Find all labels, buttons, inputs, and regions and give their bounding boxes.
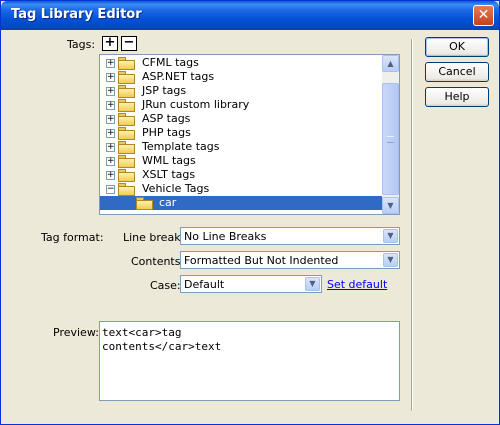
expand-icon[interactable]: + bbox=[106, 115, 115, 124]
tree-item-jsp[interactable]: + JSP tags bbox=[100, 84, 382, 98]
vertical-divider bbox=[411, 39, 413, 411]
tree-item-label: ASP tags bbox=[142, 112, 191, 125]
folder-icon bbox=[118, 155, 135, 168]
tree-item-template[interactable]: + Template tags bbox=[100, 140, 382, 154]
folder-icon bbox=[118, 113, 135, 126]
folder-icon bbox=[118, 141, 135, 154]
title-bar[interactable]: Tag Library Editor ✕ bbox=[1, 1, 499, 30]
contents-select[interactable]: Formatted But Not Indented ▼ bbox=[180, 251, 400, 269]
expand-icon[interactable]: + bbox=[106, 59, 115, 68]
tag-tree[interactable]: + CFML tags + ASP.NET tags + JSP tags + … bbox=[99, 54, 400, 215]
expand-icon[interactable]: + bbox=[106, 129, 115, 138]
preview-line: text<car>tag bbox=[102, 326, 182, 339]
folder-icon bbox=[118, 85, 135, 98]
help-button[interactable]: Help bbox=[425, 87, 489, 107]
preview-line: contents</car>text bbox=[102, 340, 222, 353]
open-folder-icon bbox=[118, 183, 135, 196]
tree-item-label: CFML tags bbox=[142, 56, 199, 69]
tree-item-label: WML tags bbox=[142, 154, 196, 167]
tree-item-car[interactable]: car bbox=[100, 196, 382, 210]
tree-item-aspnet[interactable]: + ASP.NET tags bbox=[100, 70, 382, 84]
set-default-link[interactable]: Set default bbox=[327, 278, 387, 291]
tree-item-label: Template tags bbox=[142, 140, 220, 153]
expand-icon[interactable]: + bbox=[106, 171, 115, 180]
expand-icon[interactable]: + bbox=[106, 157, 115, 166]
expand-icon[interactable]: + bbox=[106, 101, 115, 110]
tree-item-label: PHP tags bbox=[142, 126, 191, 139]
tree-item-label: XSLT tags bbox=[142, 168, 196, 181]
folder-icon bbox=[118, 57, 135, 70]
window-title: Tag Library Editor bbox=[11, 7, 142, 22]
cancel-button[interactable]: Cancel bbox=[425, 62, 489, 82]
tree-item-vehicle[interactable]: − Vehicle Tags bbox=[100, 182, 382, 196]
tree-item-label: JSP tags bbox=[142, 84, 187, 97]
open-folder-icon bbox=[136, 197, 153, 210]
scroll-down-arrow-icon[interactable]: ▼ bbox=[382, 197, 399, 214]
line-breaks-value: No Line Breaks bbox=[184, 230, 267, 243]
tree-item-label: Vehicle Tags bbox=[142, 182, 210, 195]
contents-value: Formatted But Not Indented bbox=[184, 254, 339, 267]
collapse-icon[interactable]: − bbox=[106, 185, 115, 194]
case-label: Case: bbox=[150, 279, 181, 292]
tag-format-label: Tag format: bbox=[41, 231, 104, 244]
chevron-down-icon[interactable]: ▼ bbox=[383, 253, 398, 267]
tree-item-label: JRun custom library bbox=[142, 98, 250, 111]
tags-label: Tags: bbox=[67, 38, 96, 51]
case-value: Default bbox=[184, 278, 225, 291]
tag-library-editor-window: Tag Library Editor ✕ Tags: + − + CFML ta… bbox=[0, 0, 500, 425]
tree-item-label: car bbox=[159, 196, 177, 209]
tree-item-label: ASP.NET tags bbox=[142, 70, 215, 83]
tree-item-wml[interactable]: + WML tags bbox=[100, 154, 382, 168]
tree-item-jrun[interactable]: + JRun custom library bbox=[100, 98, 382, 112]
remove-tag-button[interactable]: − bbox=[121, 36, 137, 51]
folder-icon bbox=[118, 71, 135, 84]
chevron-down-icon[interactable]: ▼ bbox=[383, 229, 398, 243]
close-button[interactable]: ✕ bbox=[473, 5, 494, 26]
contents-label: Contents: bbox=[131, 255, 185, 268]
line-breaks-select[interactable]: No Line Breaks ▼ bbox=[180, 227, 400, 245]
scroll-thumb[interactable] bbox=[382, 83, 399, 195]
scroll-up-arrow-icon[interactable]: ▲ bbox=[382, 55, 399, 72]
folder-icon bbox=[118, 169, 135, 182]
tree-scrollbar[interactable]: ▲ ▼ bbox=[382, 55, 399, 214]
tree-item-asp[interactable]: + ASP tags bbox=[100, 112, 382, 126]
tree-item-xslt[interactable]: + XSLT tags bbox=[100, 168, 382, 182]
expand-icon[interactable]: + bbox=[106, 73, 115, 82]
preview-label: Preview: bbox=[53, 326, 99, 339]
tree-item-php[interactable]: + PHP tags bbox=[100, 126, 382, 140]
tag-tree-list: + CFML tags + ASP.NET tags + JSP tags + … bbox=[100, 55, 382, 214]
tree-item-cfml[interactable]: + CFML tags bbox=[100, 56, 382, 70]
add-tag-button[interactable]: + bbox=[102, 36, 118, 51]
expand-icon[interactable]: + bbox=[106, 87, 115, 96]
case-select[interactable]: Default ▼ bbox=[180, 275, 322, 293]
folder-icon bbox=[118, 127, 135, 140]
folder-icon bbox=[118, 99, 135, 112]
preview-box: text<car>tag contents</car>text bbox=[99, 321, 400, 401]
chevron-down-icon[interactable]: ▼ bbox=[305, 277, 320, 291]
expand-icon[interactable]: + bbox=[106, 143, 115, 152]
ok-button[interactable]: OK bbox=[425, 37, 489, 57]
